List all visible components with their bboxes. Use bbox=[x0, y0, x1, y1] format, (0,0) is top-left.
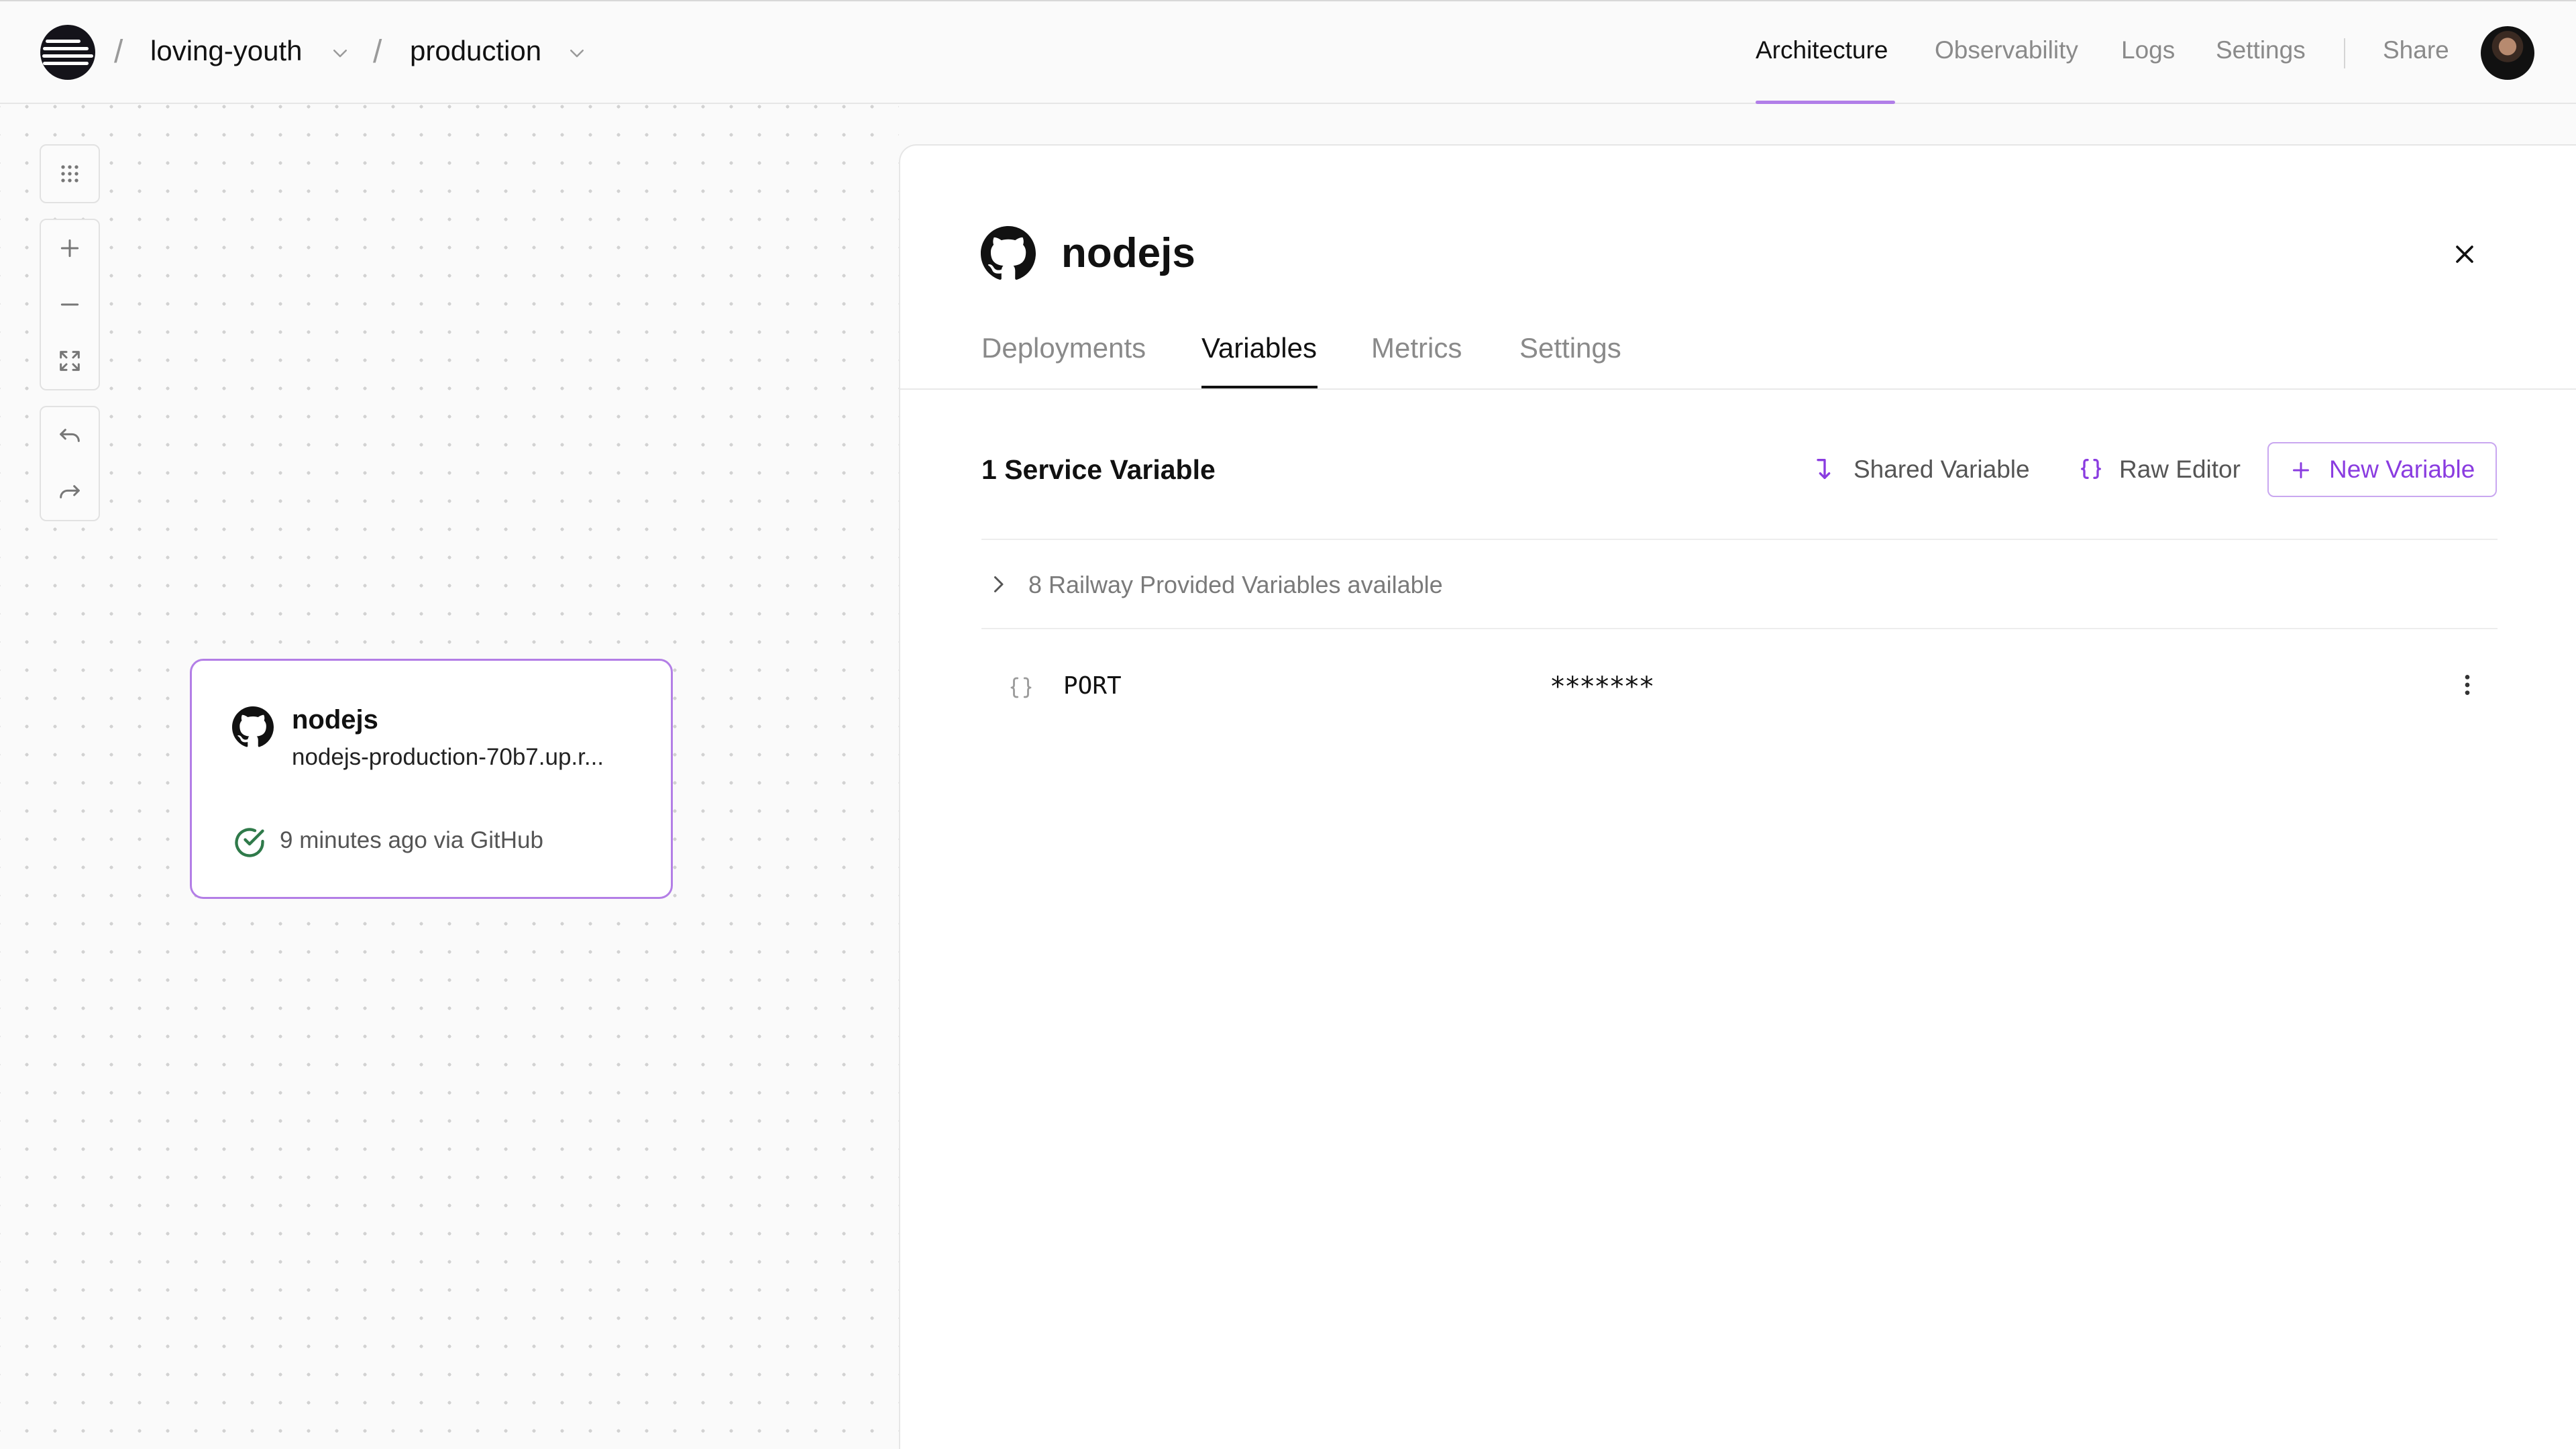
user-avatar[interactable] bbox=[2481, 26, 2534, 80]
nav-architecture[interactable]: Architecture bbox=[1756, 36, 1888, 64]
tab-settings[interactable]: Settings bbox=[1519, 332, 1621, 364]
plus-icon bbox=[2293, 462, 2309, 478]
top-bar: / loving-youth / production Architecture… bbox=[0, 0, 2576, 104]
variable-name: PORT bbox=[1063, 672, 1122, 700]
grid-icon[interactable] bbox=[41, 146, 99, 202]
divider bbox=[981, 539, 2498, 540]
braces-icon[interactable] bbox=[2078, 455, 2104, 482]
architecture-canvas[interactable]: nodejs nodejs-production-70b7.up.r... 9 … bbox=[0, 104, 899, 1449]
chevron-down-icon[interactable] bbox=[330, 43, 350, 63]
variable-row[interactable]: PORT ******* bbox=[981, 642, 2498, 709]
variable-value[interactable]: ******* bbox=[1550, 672, 1655, 702]
share-button[interactable]: Share bbox=[2383, 36, 2449, 64]
more-vertical-icon[interactable] bbox=[2454, 669, 2481, 701]
service-card-status: 9 minutes ago via GitHub bbox=[280, 827, 543, 853]
nav-divider bbox=[2344, 38, 2345, 68]
github-icon bbox=[981, 226, 1036, 280]
nav-settings[interactable]: Settings bbox=[2216, 36, 2306, 64]
undo-icon[interactable] bbox=[41, 407, 99, 464]
close-icon[interactable] bbox=[2450, 239, 2479, 269]
service-card-title: nodejs bbox=[292, 705, 378, 735]
new-variable-button[interactable]: New Variable bbox=[2267, 442, 2497, 497]
breadcrumb-separator: / bbox=[114, 34, 123, 70]
zoom-in-icon[interactable] bbox=[41, 220, 99, 276]
check-circle-icon bbox=[235, 828, 264, 857]
tab-metrics[interactable]: Metrics bbox=[1371, 332, 1462, 364]
shared-variable-button[interactable]: Shared Variable bbox=[1854, 455, 2030, 484]
panel-title: nodejs bbox=[1061, 230, 1195, 276]
railway-logo-icon[interactable] bbox=[40, 25, 95, 80]
tab-variables[interactable]: Variables bbox=[1201, 332, 1317, 364]
environment-name[interactable]: production bbox=[410, 35, 541, 67]
zoom-out-icon[interactable] bbox=[41, 276, 99, 333]
nav-observability[interactable]: Observability bbox=[1935, 36, 2078, 64]
new-variable-label: New Variable bbox=[2329, 455, 2475, 483]
project-name[interactable]: loving-youth bbox=[150, 35, 302, 67]
service-card[interactable]: nodejs nodejs-production-70b7.up.r... 9 … bbox=[190, 659, 673, 899]
chevron-down-icon[interactable] bbox=[567, 43, 587, 63]
canvas-toolbar-grid bbox=[40, 144, 100, 203]
nav-active-indicator bbox=[1756, 101, 1895, 104]
fit-view-icon[interactable] bbox=[41, 333, 99, 389]
service-variables-count: 1 Service Variable bbox=[981, 454, 1216, 485]
raw-editor-button[interactable]: Raw Editor bbox=[2119, 455, 2241, 484]
divider bbox=[981, 628, 2498, 629]
tab-deployments[interactable]: Deployments bbox=[981, 332, 1146, 364]
chevron-right-icon[interactable] bbox=[986, 572, 1010, 596]
tabs-divider bbox=[900, 388, 2576, 390]
service-card-url[interactable]: nodejs-production-70b7.up.r... bbox=[292, 744, 604, 771]
nav-logs[interactable]: Logs bbox=[2121, 36, 2175, 64]
service-panel: nodejs Deployments Variables Metrics Set… bbox=[899, 144, 2576, 1449]
github-icon bbox=[232, 706, 274, 747]
canvas-toolbar-history bbox=[40, 406, 100, 521]
railway-provided-variables-toggle[interactable]: 8 Railway Provided Variables available bbox=[1028, 571, 1443, 599]
redo-icon[interactable] bbox=[41, 464, 99, 520]
canvas-toolbar-zoom bbox=[40, 219, 100, 390]
breadcrumb-separator: / bbox=[373, 34, 382, 70]
corner-down-arrow-icon[interactable] bbox=[1811, 455, 1838, 482]
braces-icon bbox=[1010, 677, 1032, 698]
